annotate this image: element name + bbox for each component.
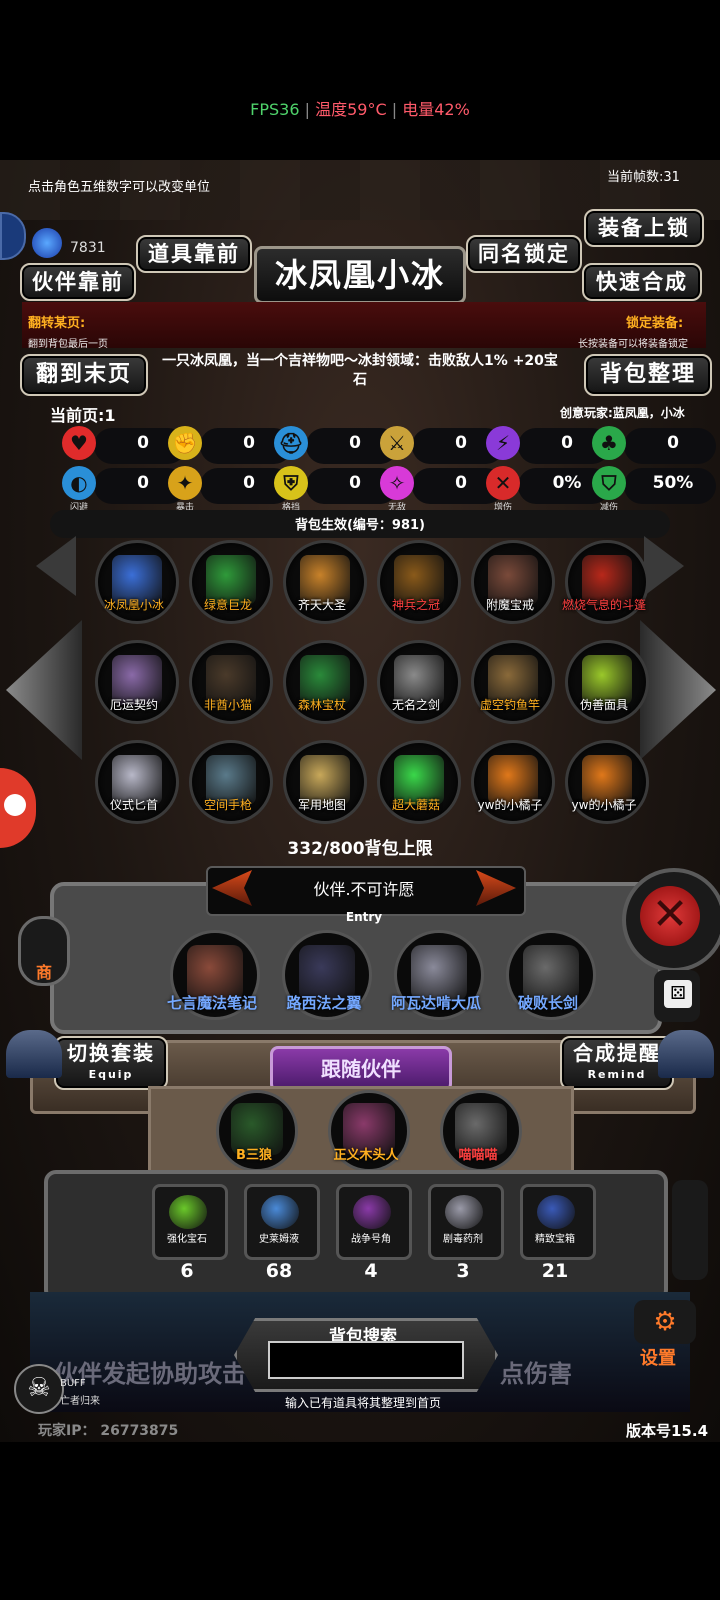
companion-item-name: 破败长剑 <box>517 994 578 1012</box>
resource-count: 4 <box>364 1260 378 1282</box>
partner-name: B三狼 <box>236 1148 272 1163</box>
resource-slot[interactable] <box>152 1184 228 1260</box>
item-front-button[interactable]: 道具靠前 <box>136 235 252 273</box>
resource-count: 68 <box>265 1260 293 1282</box>
switch-set-sub: Equip <box>88 1068 134 1081</box>
helmet-right-icon <box>658 1030 714 1078</box>
top-hint: 点击角色五维数字可以改变单位 <box>28 180 211 195</box>
resource-count: 21 <box>541 1260 569 1282</box>
entry-title: 伙伴.不可许愿 <box>313 880 415 899</box>
sort-bag-button[interactable]: 背包整理 <box>584 354 712 396</box>
shop-label: 商 <box>35 963 52 982</box>
frame-count: 当前帧数:31 <box>607 170 680 185</box>
clover-icon[interactable]: ♣ <box>592 426 626 460</box>
partner-name: 喵喵喵 <box>458 1148 498 1163</box>
quick-compose-button[interactable]: 快速合成 <box>582 263 702 301</box>
close-icon: ✕ <box>640 886 700 946</box>
fps-text: FPS36 <box>250 100 300 119</box>
partner-name: 正义木头人 <box>333 1148 399 1163</box>
resource-name: 精致宝箱 <box>535 1234 575 1245</box>
close-button[interactable]: ✕ <box>622 868 720 972</box>
resource-count: 3 <box>456 1260 470 1282</box>
same-name-lock-button[interactable]: 同名锁定 <box>466 235 582 273</box>
dice-icon: ⚄ <box>664 980 692 1008</box>
user-icon <box>4 794 26 816</box>
current-page: 当前页:1 <box>50 406 116 425</box>
version-number: 版本号15.4 <box>626 1422 709 1440</box>
companion-item-name: 路西法之翼 <box>286 994 362 1012</box>
equip-lock-button[interactable]: 装备上锁 <box>584 209 704 247</box>
shop-button[interactable]: 商 <box>18 916 70 986</box>
buff-skull-icon[interactable]: ☠ <box>14 1364 64 1414</box>
buff-label: BUFF <box>60 1378 86 1389</box>
player-ip: 玩家IP： 26773875 <box>38 1423 179 1439</box>
switch-set-label: 切换套装 <box>67 1041 155 1065</box>
item-name: 伪善面具 <box>579 698 628 712</box>
lock-equip-desc: 长按装备可以将装备锁定 <box>578 339 688 350</box>
system-status-bar <box>0 0 720 160</box>
crit-icon[interactable]: ✦ <box>168 466 202 500</box>
damage-reduce-icon[interactable]: ⛉ <box>592 466 626 500</box>
flip-page-label: 翻转某页: <box>28 316 86 331</box>
resource-name: 史莱姆液 <box>259 1234 299 1245</box>
block-icon[interactable]: ⛨ <box>274 466 308 500</box>
side-panel-right <box>672 1180 708 1280</box>
settings-gear-icon[interactable]: ⚙ <box>634 1300 696 1344</box>
bag-search-input[interactable] <box>268 1341 464 1379</box>
item-description: 一只冰凤凰，当一个吉祥物吧～冰封领域：击败敌人1% +20宝石 <box>162 353 558 388</box>
stat-value[interactable]: 0 <box>638 433 708 453</box>
resource-slot[interactable] <box>520 1184 596 1260</box>
compose-remind-button[interactable]: 合成提醒 Remind <box>560 1036 674 1090</box>
resource-icon <box>353 1195 391 1229</box>
lightning-icon[interactable]: ⚡ <box>486 426 520 460</box>
compose-remind-label: 合成提醒 <box>573 1041 661 1065</box>
companion-item-name: 七言魔法笔记 <box>166 994 257 1012</box>
dodge-icon[interactable]: ◐ <box>62 466 96 500</box>
search-hint: 输入已有道具将其整理到首页 <box>284 1396 441 1410</box>
go-last-page-button[interactable]: 翻到末页 <box>20 354 148 396</box>
resource-icon <box>169 1195 207 1229</box>
temperature-text: 温度59°C <box>315 100 387 119</box>
lock-equip-label: 锁定装备: <box>626 316 684 331</box>
gem-count: 7831 <box>70 240 106 256</box>
resource-icon <box>261 1195 299 1229</box>
resource-count: 6 <box>180 1260 194 1282</box>
creator-credit: 创意玩家:蓝凤凰，小冰 <box>560 406 685 420</box>
resource-icon <box>537 1195 575 1229</box>
invincible-icon[interactable]: ✧ <box>380 466 414 500</box>
dice-button[interactable]: ⚄ <box>654 970 700 1022</box>
bag-effect-text: 背包生效(编号：981) <box>294 518 426 533</box>
companion-item-name: 阿瓦达啃大瓜 <box>390 994 481 1012</box>
helmet-left-icon <box>6 1030 62 1078</box>
compose-remind-sub: Remind <box>587 1068 647 1081</box>
item-name: 燃烧气息的斗篷 <box>561 598 646 612</box>
background-log-right: 点伤害 <box>500 1360 572 1388</box>
item-name: yw的小橘子 <box>571 798 637 812</box>
helmet-icon[interactable]: ⛑ <box>274 426 308 460</box>
resource-name: 强化宝石 <box>167 1234 207 1245</box>
bag-limit: 332/800背包上限 <box>287 839 433 859</box>
partner-front-button[interactable]: 伙伴靠前 <box>20 263 136 301</box>
gem-icon <box>32 228 62 258</box>
resource-icon <box>445 1195 483 1229</box>
entry-sub: Entry <box>345 910 383 924</box>
strength-icon[interactable]: ✊ <box>168 426 202 460</box>
switch-set-button[interactable]: 切换套装 Equip <box>54 1036 168 1090</box>
settings-label[interactable]: 设置 <box>640 1344 676 1370</box>
fps-overlay: FPS36 | 温度59°C | 电量42% <box>250 100 470 119</box>
resource-slot[interactable] <box>244 1184 320 1260</box>
resource-slot[interactable] <box>336 1184 412 1260</box>
battery-text: 电量42% <box>402 100 470 119</box>
resource-name: 剧毒药剂 <box>443 1234 483 1245</box>
flip-page-desc: 翻到背包最后一页 <box>28 339 108 350</box>
sword-icon[interactable]: ⚔ <box>380 426 414 460</box>
resource-slot[interactable] <box>428 1184 504 1260</box>
resource-name: 战争号角 <box>351 1234 391 1245</box>
item-title: 冰凤凰小冰 <box>254 246 466 304</box>
stat-value[interactable]: 50% <box>638 473 708 493</box>
heart-icon[interactable]: ♥ <box>62 426 96 460</box>
buff-sub: 亡者归来 <box>60 1396 100 1407</box>
damage-up-icon[interactable]: ✕ <box>486 466 520 500</box>
